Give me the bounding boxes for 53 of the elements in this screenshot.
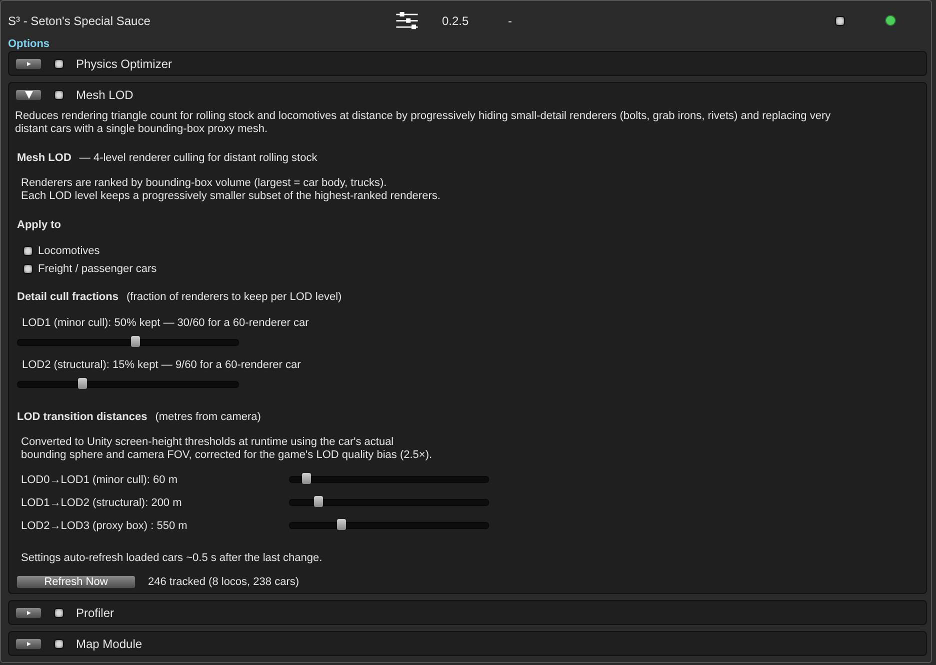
note-text: Settings auto-refresh loaded cars ~0.5 s after the last change. — [21, 552, 324, 564]
tracked-text: 246 tracked (8 locos, 238 cars) — [148, 576, 300, 588]
expand-button[interactable] — [15, 606, 42, 618]
slider-thumb[interactable] — [337, 519, 346, 530]
expand-button[interactable] — [15, 638, 42, 650]
toggle-checkbox[interactable] — [54, 638, 64, 648]
heading: LOD transition distances — [17, 411, 148, 423]
refresh-button[interactable]: Refresh Now — [16, 575, 136, 589]
section-title: Profiler — [76, 606, 114, 620]
slider-label: LOD0→LOD1 (minor cull): 60 m — [21, 474, 178, 486]
section-title: Map Module — [76, 636, 142, 650]
sliders-icon[interactable] — [396, 12, 418, 30]
slider-label: LOD2 (structural): 15% kept — 9/60 for a 60-renderer car — [22, 359, 302, 371]
slider-label: LOD1→LOD2 (structural): 200 m — [21, 496, 183, 508]
toggle-checkbox[interactable] — [835, 16, 845, 26]
slider-track[interactable] — [289, 499, 489, 506]
slider-track[interactable] — [17, 381, 239, 388]
checkbox-label[interactable]: Freight / passenger cars — [38, 262, 157, 274]
slider-label: LOD2→LOD3 (proxy box) : 550 m — [21, 520, 188, 532]
heading: Detail cull fractions — [17, 291, 118, 303]
slider-thumb[interactable] — [78, 378, 87, 389]
toggle-checkbox[interactable] — [23, 246, 33, 256]
section-title: Mesh LOD — [76, 88, 134, 102]
expand-button[interactable] — [15, 88, 42, 100]
subtitle: — 4-level renderer culling for distant rolling stock — [79, 152, 318, 164]
toggle-checkbox[interactable] — [23, 264, 33, 274]
note-text: Converted to Unity screen-height thresholds at runtime using the car's actual — [21, 436, 395, 449]
slider-thumb[interactable] — [314, 496, 323, 507]
slider-track[interactable] — [289, 522, 489, 529]
heading: Mesh LOD — [17, 152, 72, 164]
toggle-checkbox[interactable] — [54, 58, 64, 68]
triangle-down-icon — [24, 90, 34, 100]
toggle-checkbox[interactable] — [54, 608, 64, 618]
subtitle: (fraction of renderers to keep per LOD level) — [126, 291, 342, 303]
subtitle: (metres from camera) — [155, 411, 261, 423]
slider-track[interactable] — [17, 339, 239, 346]
checkbox-label[interactable]: Locomotives — [38, 244, 100, 256]
heading: Apply to — [17, 218, 62, 232]
slider-thumb[interactable] — [302, 473, 311, 484]
slider-track[interactable] — [289, 476, 489, 483]
description-text: Reduces rendering triangle count for rolling stock and locomotives at distance by progressively hiding small-detail renderers (bolts, grab irons, rivets) and replacing very distant cars with a single bounding-box proxy mesh. — [15, 110, 832, 136]
note-text: Each LOD level keeps a progressively smaller subset of the highest-ranked renderers. — [21, 190, 442, 203]
text: - — [508, 14, 513, 28]
section-title: Physics Optimizer — [76, 56, 172, 70]
toggle-checkbox[interactable] — [54, 90, 64, 100]
slider-label: LOD1 (minor cull): 50% kept — 30/60 for a 60-renderer car — [22, 317, 310, 329]
version-text: 0.2.5 — [442, 14, 470, 28]
note-text: Renderers are ranked by bounding-box volume (largest = car body, trucks). — [21, 177, 388, 190]
note-text: bounding sphere and camera FOV, corrected for the game's LOD quality bias (2.5×). — [21, 449, 434, 462]
expand-button[interactable] — [15, 58, 42, 70]
mod-title: S³ - Seton's Special Sauce — [7, 14, 152, 28]
slider-thumb[interactable] — [130, 336, 140, 347]
options-label: Options — [7, 38, 51, 51]
